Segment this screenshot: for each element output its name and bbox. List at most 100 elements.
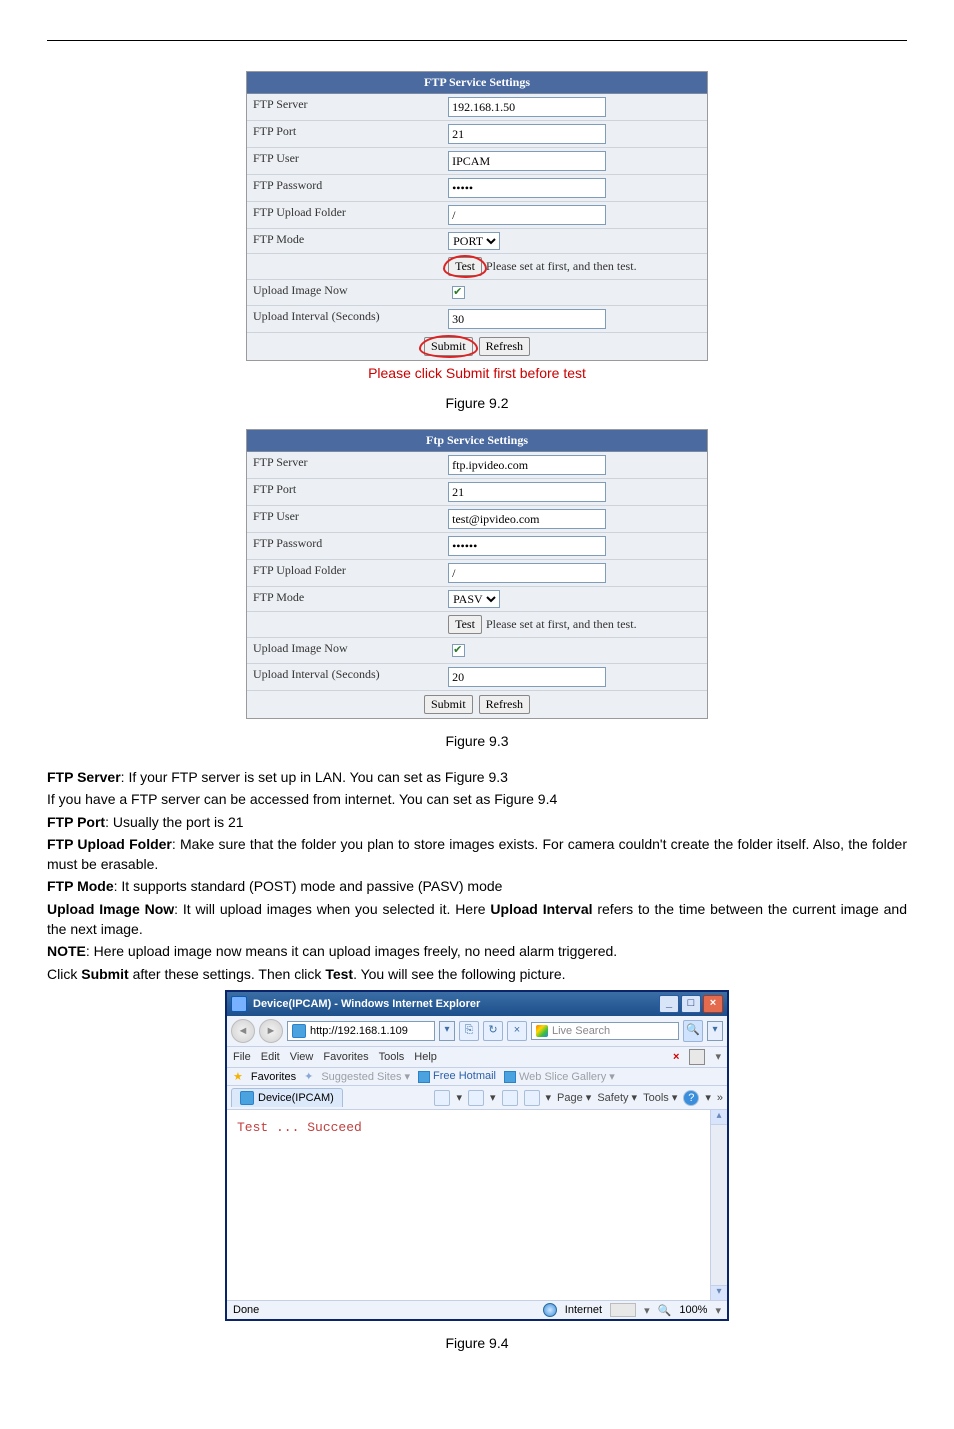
page-menu[interactable]: Page ▾ — [557, 1091, 591, 1104]
t-p2: If you have a FTP server can be accessed… — [47, 789, 907, 809]
p2-test-note: Please set at first, and then test. — [486, 617, 637, 632]
ie-titlebar: Device(IPCAM) - Windows Internet Explore… — [227, 992, 727, 1016]
menu-help[interactable]: Help — [414, 1051, 437, 1063]
search-box[interactable]: Live Search — [531, 1022, 679, 1040]
free-hotmail-link[interactable]: Free Hotmail — [418, 1070, 496, 1082]
p2-pass-label: FTP Password — [247, 533, 442, 559]
p1-submit-button[interactable]: Submit — [424, 337, 473, 356]
p2-submit-button[interactable]: Submit — [424, 695, 473, 714]
compat-view-icon[interactable] — [689, 1049, 705, 1065]
stop-x-icon[interactable]: × — [673, 1051, 679, 1063]
t-ftpfolder: FTP Upload Folder — [47, 836, 172, 852]
readmail-icon[interactable] — [502, 1090, 518, 1106]
ie-status-bar: Done Internet ▾ 🔍 100% ▾ — [227, 1300, 727, 1319]
ie-app-icon — [231, 996, 247, 1012]
p1-uploadnow-label: Upload Image Now — [247, 280, 442, 305]
p1-folder-label: FTP Upload Folder — [247, 202, 442, 228]
p1-user-input[interactable] — [448, 151, 606, 171]
zoom-value[interactable]: 100% — [679, 1304, 707, 1316]
safety-menu[interactable]: Safety ▾ — [597, 1091, 637, 1104]
zoom-icon[interactable]: 🔍 — [658, 1304, 672, 1317]
p1-test-note: Please set at first, and then test. — [486, 259, 637, 274]
t-p4b: : Make sure that the folder you plan to … — [47, 836, 907, 872]
maximize-button[interactable]: □ — [681, 995, 701, 1013]
p1-pass-input[interactable] — [448, 178, 606, 198]
favorites-label[interactable]: Favorites — [251, 1071, 296, 1083]
body-text: FTP Server: If your FTP server is set up… — [47, 767, 907, 984]
p2-server-input[interactable] — [448, 455, 606, 475]
address-bar[interactable]: http://192.168.1.109 — [287, 1021, 435, 1041]
menu-file[interactable]: File — [233, 1051, 251, 1063]
suggested-sites-link[interactable]: Suggested Sites ▾ — [321, 1070, 410, 1083]
forward-button[interactable]: ► — [259, 1019, 283, 1043]
p2-uploadnow-checkbox[interactable] — [452, 644, 465, 657]
menu-tools[interactable]: Tools — [379, 1051, 405, 1063]
p2-interval-input[interactable] — [448, 667, 606, 687]
p2-test-button[interactable]: Test — [448, 615, 482, 634]
p2-port-label: FTP Port — [247, 479, 442, 505]
close-button[interactable]: × — [703, 995, 723, 1013]
vertical-scrollbar[interactable]: ▴ ▾ — [710, 1110, 727, 1300]
p2-uploadnow-label: Upload Image Now — [247, 638, 442, 663]
p2-user-label: FTP User — [247, 506, 442, 532]
p2-folder-input[interactable] — [448, 563, 606, 583]
p2-mode-select[interactable]: PASV — [448, 590, 500, 608]
p2-pass-input[interactable] — [448, 536, 606, 556]
status-zone: Internet — [565, 1304, 602, 1316]
panel1-title: FTP Service Settings — [247, 72, 707, 94]
p1-server-label: FTP Server — [247, 94, 442, 120]
p1-mode-select[interactable]: PORT — [448, 232, 500, 250]
p1-folder-input[interactable] — [448, 205, 606, 225]
p2-port-input[interactable] — [448, 482, 606, 502]
test-result-text: Test ... Succeed — [237, 1120, 362, 1135]
figure-9-4-caption: Figure 9.4 — [47, 1335, 907, 1351]
panel2-title: Ftp Service Settings — [247, 430, 707, 452]
zoom-drop[interactable]: ▾ — [715, 1304, 721, 1317]
search-placeholder: Live Search — [552, 1025, 610, 1037]
t-uploadnow: Upload Image Now — [47, 901, 174, 917]
p1-refresh-button[interactable]: Refresh — [479, 337, 530, 356]
chevron-icon[interactable]: » — [717, 1092, 723, 1104]
p1-port-input[interactable] — [448, 124, 606, 144]
search-button[interactable]: 🔍 — [683, 1020, 703, 1042]
browser-tab[interactable]: Device(IPCAM) — [231, 1088, 343, 1107]
stop-icon[interactable]: × — [507, 1021, 527, 1041]
p2-refresh-button[interactable]: Refresh — [479, 695, 530, 714]
fav-pin-icon[interactable]: ✦ — [304, 1070, 313, 1083]
t-p1b: : If your FTP server is set up in LAN. Y… — [121, 769, 508, 785]
p2-interval-label: Upload Interval (Seconds) — [247, 664, 442, 690]
tools-menu[interactable]: Tools ▾ — [643, 1091, 677, 1104]
favorites-star-icon[interactable]: ★ — [233, 1070, 243, 1083]
url-text: http://192.168.1.109 — [310, 1025, 408, 1037]
minimize-button[interactable]: _ — [659, 995, 679, 1013]
p1-server-input[interactable] — [448, 97, 606, 117]
back-button[interactable]: ◄ — [231, 1019, 255, 1043]
print-icon[interactable] — [524, 1090, 540, 1106]
scroll-down-icon[interactable]: ▾ — [711, 1285, 727, 1300]
prot-drop[interactable]: ▾ — [644, 1304, 650, 1317]
home-icon[interactable] — [434, 1090, 450, 1106]
p1-uploadnow-checkbox[interactable] — [452, 286, 465, 299]
p2-user-input[interactable] — [448, 509, 606, 529]
scroll-up-icon[interactable]: ▴ — [711, 1110, 727, 1125]
p1-interval-input[interactable] — [448, 309, 606, 329]
ie-window: Device(IPCAM) - Windows Internet Explore… — [225, 990, 729, 1321]
ie-menu-bar: File Edit View Favorites Tools Help × ▾ — [227, 1047, 727, 1068]
menu-view[interactable]: View — [290, 1051, 314, 1063]
feeds-icon[interactable] — [468, 1090, 484, 1106]
search-dropdown[interactable]: ▾ — [707, 1021, 723, 1041]
p1-test-button[interactable]: Test — [448, 257, 482, 276]
search-provider-icon — [536, 1025, 548, 1037]
address-dropdown[interactable]: ▾ — [439, 1021, 455, 1041]
refresh-icon[interactable]: ↻ — [483, 1021, 503, 1041]
web-slice-link[interactable]: Web Slice Gallery ▾ — [504, 1070, 615, 1083]
ie-title-text: Device(IPCAM) - Windows Internet Explore… — [253, 998, 653, 1010]
menu-favorites[interactable]: Favorites — [323, 1051, 368, 1063]
menu-edit[interactable]: Edit — [261, 1051, 280, 1063]
compat-drop[interactable]: ▾ — [715, 1050, 721, 1063]
compat-icon[interactable]: ⎘ — [459, 1021, 479, 1041]
tab-label: Device(IPCAM) — [258, 1092, 334, 1104]
help-icon[interactable]: ? — [683, 1090, 699, 1106]
protected-mode-icon[interactable] — [610, 1303, 636, 1317]
t-ftpserver: FTP Server — [47, 769, 121, 785]
